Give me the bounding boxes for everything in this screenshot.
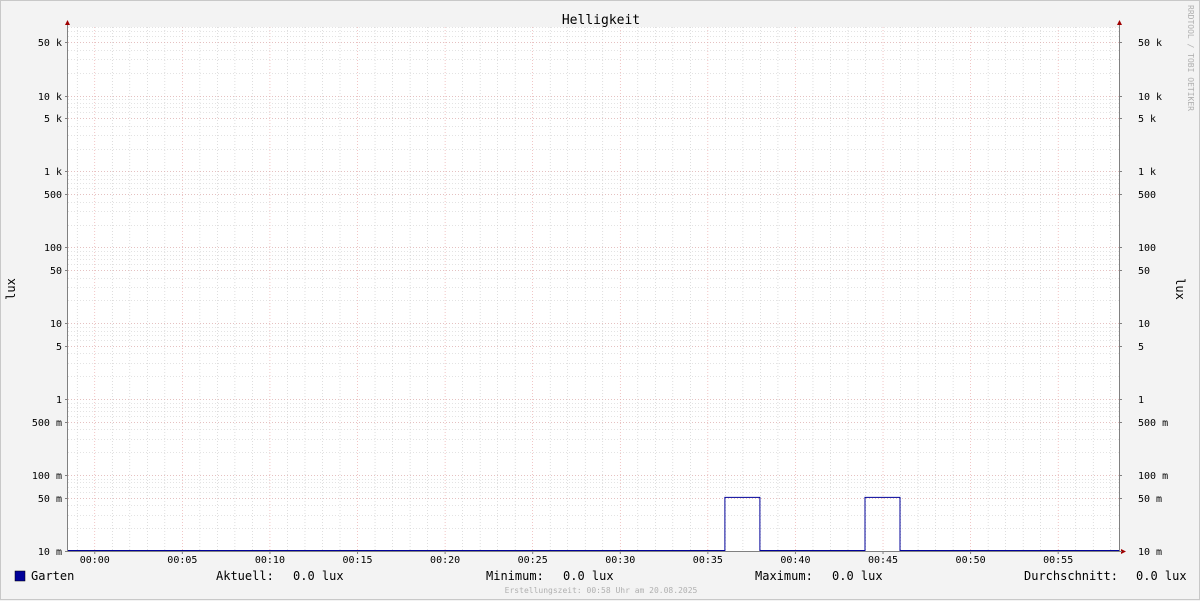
x-tick-label: 00:05 <box>167 555 197 566</box>
x-tick-label: 00:40 <box>780 555 810 566</box>
y-tick-label-right: 10 k <box>1138 92 1162 103</box>
x-tick-label: 00:00 <box>80 555 110 566</box>
x-tick-label: 00:20 <box>430 555 460 566</box>
y-tick-label-left: 1 <box>56 395 62 406</box>
stat-minimum-label: Minimum: <box>486 569 544 583</box>
y-tick-label-left: 1 k <box>44 167 62 178</box>
y-tick-label-left: 100 m <box>32 471 62 482</box>
x-tick-label: 00:25 <box>518 555 548 566</box>
y-tick-label-left: 10 m <box>38 547 62 558</box>
plot-canvas <box>68 27 1119 551</box>
y-tick-label-right: 50 m <box>1138 494 1162 505</box>
legend-swatch <box>14 570 26 582</box>
x-tick-label: 00:30 <box>605 555 635 566</box>
y-tick-label-right: 50 k <box>1138 38 1162 49</box>
legend: Garten Aktuell: 0.0 lux Minimum: 0.0 lux… <box>14 569 1187 583</box>
graph-frame: 50 k 50 k 10 k 10 k5 k5 k1 k1 k 500 500 100 100… <box>0 0 1200 600</box>
y-tick-label-left: 5 k <box>44 114 62 125</box>
y-tick-label-right: 5 k <box>1138 114 1156 125</box>
y-tick-label-left: 500 m <box>32 418 62 429</box>
y-tick-label-right: 10 <box>1138 319 1150 330</box>
y-tick-label-left: 50 <box>50 266 62 277</box>
y-axis-label-right: lux <box>1173 278 1187 300</box>
y-tick-label-left: 10 k <box>38 92 62 103</box>
y-axis-label-left: lux <box>4 278 18 300</box>
y-tick-label-right: 500 <box>1138 190 1156 201</box>
stat-average-label: Durchschnitt: <box>1024 569 1118 583</box>
x-tick-label: 00:35 <box>693 555 723 566</box>
y-tick-label-right: 50 <box>1138 266 1150 277</box>
y-tick-label-right: 10 m <box>1138 547 1162 558</box>
chart-title: Helligkeit <box>562 13 640 28</box>
x-tick-label: 00:50 <box>956 555 986 566</box>
stat-maximum-value: 0.0 lux <box>832 569 883 583</box>
x-tick-label: 00:55 <box>1043 555 1073 566</box>
y-tick-label-left: 5 <box>56 342 62 353</box>
y-tick-label-left: 50 k <box>38 38 62 49</box>
x-tick-label: 00:45 <box>868 555 898 566</box>
credit-text: RRDTOOL / TOBI OETIKER <box>1186 5 1195 111</box>
footer-timestamp: Erstellungszeit: 00:58 Uhr am 20.08.2025 <box>505 586 698 595</box>
chart-svg: 50 k 50 k10 k 10 k5 k5 k1 k1 k500 500100 100… <box>4 5 1195 595</box>
y-tick-label-left: 500 <box>44 190 62 201</box>
y-tick-label-right: 1 k <box>1138 167 1156 178</box>
y-tick-label-right: 500 m <box>1138 418 1168 429</box>
y-axis-left-arrow <box>65 20 70 25</box>
y-tick-label-right: 100 m <box>1138 471 1168 482</box>
y-tick-label-right: 100 <box>1138 243 1156 254</box>
y-tick-label-right: 1 <box>1138 395 1144 406</box>
stat-minimum-value: 0.0 lux <box>563 569 614 583</box>
stat-current-value: 0.0 lux <box>293 569 344 583</box>
stat-maximum-label: Maximum: <box>755 569 813 583</box>
stat-average-value: 0.0 lux <box>1136 569 1187 583</box>
x-tick-label: 00:10 <box>255 555 285 566</box>
y-tick-label-left: 10 <box>50 319 62 330</box>
legend-series-name: Garten <box>31 569 74 583</box>
y-axis-right-arrow <box>1117 20 1122 25</box>
x-tick-label: 00:15 <box>342 555 372 566</box>
stat-current-label: Aktuell: <box>216 569 274 583</box>
y-tick-label-left: 50 m <box>38 494 62 505</box>
y-tick-label-left: 100 <box>44 243 62 254</box>
y-tick-label-right: 5 <box>1138 342 1144 353</box>
